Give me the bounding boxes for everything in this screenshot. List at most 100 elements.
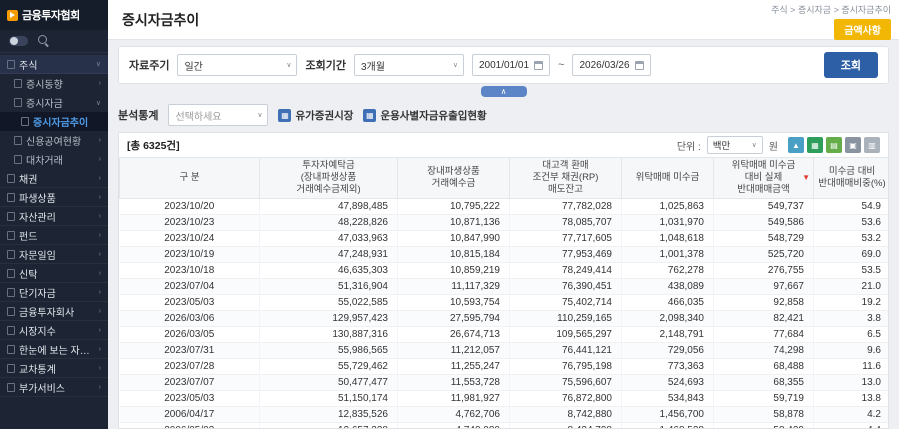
sidebar-item[interactable]: 펀드› [0,226,108,245]
value-cell: 762,278 [622,262,714,278]
csv-icon[interactable]: ▤ [826,137,842,153]
unit-label: 단위 : [677,138,701,153]
amount-settings-button[interactable]: 금액사항 [834,19,891,40]
period-select[interactable]: 3개월 [354,54,464,76]
column-header[interactable]: 위탁매매 미수금 [622,158,714,199]
sidebar-item[interactable]: 자산관리› [0,207,108,226]
search-icon[interactable] [38,35,50,47]
sidebar-item[interactable]: 금융투자회사 › [0,302,108,321]
sidebar-item[interactable]: 채권› [0,169,108,188]
column-header[interactable]: 투자자예탁금 (장내파생상품 거래예수금제외) [260,158,398,199]
sidebar-item[interactable]: 파생상품› [0,188,108,207]
sidebar-item-label: 펀드 [19,228,37,243]
value-cell: 68,488 [714,358,814,374]
link-fund-flow[interactable]: ▦ 운용사별자금유출입현황 [363,108,486,123]
table-row[interactable]: 2023/10/2447,033,96310,847,99077,717,605… [120,230,889,246]
chevron-right-icon: › [96,308,101,315]
sidebar-item[interactable]: 부가서비스› [0,378,108,397]
value-cell: 10,593,754 [398,294,510,310]
table-row[interactable]: 2023/10/2348,228,82610,871,13678,085,707… [120,214,889,230]
date-cell: 2023/07/07 [120,374,260,390]
table-row[interactable]: 2023/07/0750,477,47711,553,72875,596,607… [120,374,889,390]
sidebar-item[interactable]: 주식∨ [0,55,108,74]
date-cell: 2006/05/03 [120,422,260,428]
collapse-filter-button[interactable]: ∧ [481,86,527,97]
value-cell: 4.2 [814,406,889,422]
table-row[interactable]: 2023/07/0451,316,90411,117,32976,390,451… [120,278,889,294]
table-row[interactable]: 2023/10/2047,898,48510,795,22277,782,028… [120,198,889,214]
table-body: 2023/10/2047,898,48510,795,22277,782,028… [120,198,889,428]
sidebar-item[interactable]: 교차통계› [0,359,108,378]
sidebar-item-label: 금융투자회사 [19,304,74,319]
sort-desc-icon[interactable]: ▼ [802,173,810,183]
table-row[interactable]: 2006/05/0312,657,3384,740,0808,434,7981,… [120,422,889,428]
sidebar-item-label: 신탁 [19,266,37,281]
table-row[interactable]: 2023/07/3155,986,56511,212,05776,441,121… [120,342,889,358]
value-cell: 12,657,338 [260,422,398,428]
column-header[interactable]: 위탁매매 미수금 대비 실제 반대매매금액▼ [714,158,814,199]
value-cell: 525,720 [714,246,814,262]
value-cell: 69.0 [814,246,889,262]
chart-icon[interactable]: ▲ [788,137,804,153]
document-icon [7,307,15,316]
table-row[interactable]: 2026/03/06129,957,42327,595,794110,259,1… [120,310,889,326]
table-row[interactable]: 2023/10/1947,248,93110,815,18477,953,469… [120,246,889,262]
value-cell: 12,835,526 [260,406,398,422]
content-area: 자료주기 일간 조회기간 3개월 2001/01/01 ~ 2026/03/26… [108,40,899,429]
column-header[interactable]: 대고객 환매 조건부 채권(RP) 매도잔고 [510,158,622,199]
sidebar-item[interactable]: 대차거래› [0,150,108,169]
value-cell: 524,693 [622,374,714,390]
document-icon [7,60,15,69]
date-to-input[interactable]: 2026/03/26 [572,54,650,76]
date-from-value: 2001/01/01 [479,60,529,71]
date-from-input[interactable]: 2001/01/01 [472,54,550,76]
column-header[interactable]: 장내파생상품 거래예수금 [398,158,510,199]
table-row[interactable]: 2023/05/0355,022,58510,593,75475,402,714… [120,294,889,310]
theme-toggle[interactable] [9,36,28,46]
print-icon[interactable]: ▣ [845,137,861,153]
sidebar-item[interactable]: 증시자금∨ [0,93,108,112]
value-cell: 11,117,329 [398,278,510,294]
column-header[interactable]: 미수금 대비 반대매매비중(%) [814,158,889,199]
value-cell: 4,740,080 [398,422,510,428]
sidebar-item[interactable]: 한눈에 보는 자본시장…› [0,340,108,359]
unit-select[interactable]: 백만 [707,136,763,154]
topbar-right: 주식 > 증시자금 > 증시자금추이 금액사항 [771,3,891,40]
column-header-label: 위탁매매 미수금 [636,172,700,184]
table-row[interactable]: 2026/03/05130,887,31626,674,713109,565,2… [120,326,889,342]
copy-icon[interactable]: ▥ [864,137,880,153]
sidebar-item[interactable]: 증시동향› [0,74,108,93]
table-row[interactable]: 2023/05/0351,150,17411,981,92776,872,800… [120,390,889,406]
sidebar-item[interactable]: 단기자금› [0,283,108,302]
sidebar-item-label: 채권 [19,171,37,186]
sidebar-item[interactable]: 시장지수› [0,321,108,340]
analysis-select[interactable]: 선택하세요 [168,104,268,126]
data-cycle-select[interactable]: 일간 [177,54,297,76]
calendar-icon[interactable] [534,61,543,70]
value-cell: 46,635,303 [260,262,398,278]
logo[interactable]: 금융투자협회 [0,0,108,30]
value-cell: 47,248,931 [260,246,398,262]
value-cell: 78,249,414 [510,262,622,278]
link-kospi-market[interactable]: ▦ 유가증권시장 [278,108,353,123]
sidebar-item-label: 파생상품 [19,190,56,205]
sidebar-item[interactable]: 신탁› [0,264,108,283]
document-icon [7,383,15,392]
table-row[interactable]: 2023/10/1846,635,30310,859,21978,249,414… [120,262,889,278]
table-row[interactable]: 2006/04/1712,835,5264,762,7068,742,8801,… [120,406,889,422]
analysis-label: 분석통계 [118,107,158,123]
sidebar-item-label: 대차거래 [26,152,63,167]
calendar-icon[interactable] [635,61,644,70]
column-header[interactable]: 구 분 [120,158,260,199]
sidebar-item-label: 시장지수 [19,323,56,338]
sidebar-item[interactable]: 신용공여현황› [0,131,108,150]
table-row[interactable]: 2023/07/2855,729,46211,255,24776,795,198… [120,358,889,374]
value-cell: 13.0 [814,374,889,390]
search-button[interactable]: 조회 [824,52,878,78]
total-count: [총 6325건] [127,138,180,153]
breadcrumb[interactable]: 주식 > 증시자금 > 증시자금추이 [771,3,891,16]
table-scroll-area[interactable]: 구 분투자자예탁금 (장내파생상품 거래예수금제외)장내파생상품 거래예수금대고… [119,157,888,428]
excel-icon[interactable]: ▦ [807,137,823,153]
sidebar-item[interactable]: 자문일임› [0,245,108,264]
sidebar-item[interactable]: 증시자금추이 [0,112,108,131]
